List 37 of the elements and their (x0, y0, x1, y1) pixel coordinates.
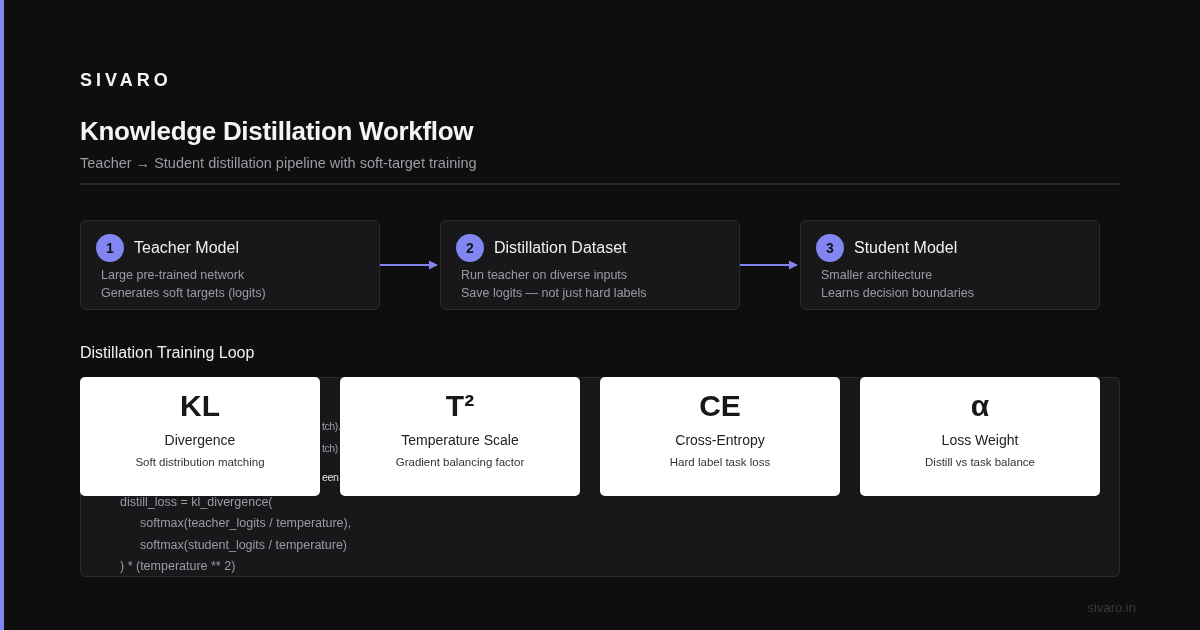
code-line: ) * (temperature ** 2) (120, 558, 236, 575)
step-number: 1 (96, 234, 124, 262)
page-title: Knowledge Distillation Workflow (80, 116, 474, 147)
code-line: softmax(teacher_logits / temperature), (140, 515, 352, 532)
metric-note: Distill vs task balance (925, 456, 1035, 468)
metric-symbol: α (970, 388, 990, 424)
metric-title: Divergence (164, 432, 236, 448)
step-number: 3 (816, 234, 844, 262)
metric-symbol: CE (699, 388, 741, 424)
step-description: Learns decision boundaries (820, 285, 975, 302)
metric-symbol: KL (180, 388, 220, 424)
step-description: Large pre-trained network (100, 267, 246, 284)
section-heading: Distillation Training Loop (80, 344, 255, 362)
metric-note: Hard label task loss (669, 456, 771, 468)
step-title: Teacher Model (134, 239, 239, 257)
arrow-icon (740, 260, 800, 270)
metric-note: Gradient balancing factor (395, 456, 525, 468)
step-description: Generates soft targets (logits) (100, 285, 267, 302)
code-line: tch). (322, 419, 341, 434)
metric-symbol: T² (445, 388, 475, 424)
step-number: 2 (456, 234, 484, 262)
code-line: tch) (322, 440, 338, 456)
step-title: Distillation Dataset (494, 239, 627, 257)
brand-logo: SIVARO (80, 70, 172, 91)
step-description: Smaller architecture (820, 267, 934, 284)
metric-title: Loss Weight (941, 432, 1019, 448)
code-line: een (322, 470, 339, 485)
step-description: Save logits — not just hard labels (460, 285, 648, 302)
arrow-icon (380, 260, 440, 270)
metric-title: Temperature Scale (401, 432, 519, 448)
metric-title: Cross-Entropy (675, 432, 765, 448)
code-line: distill_loss = kl_divergence( (120, 493, 273, 511)
code-line: softmax(student_logits / temperature) (140, 536, 348, 554)
page-subtitle: Teacher → Student distillation pipeline with soft-target training (80, 155, 477, 171)
step-description: Run teacher on diverse inputs (460, 267, 629, 284)
metric-note: Soft distribution matching (135, 456, 265, 468)
step-title: Student Model (854, 239, 958, 257)
